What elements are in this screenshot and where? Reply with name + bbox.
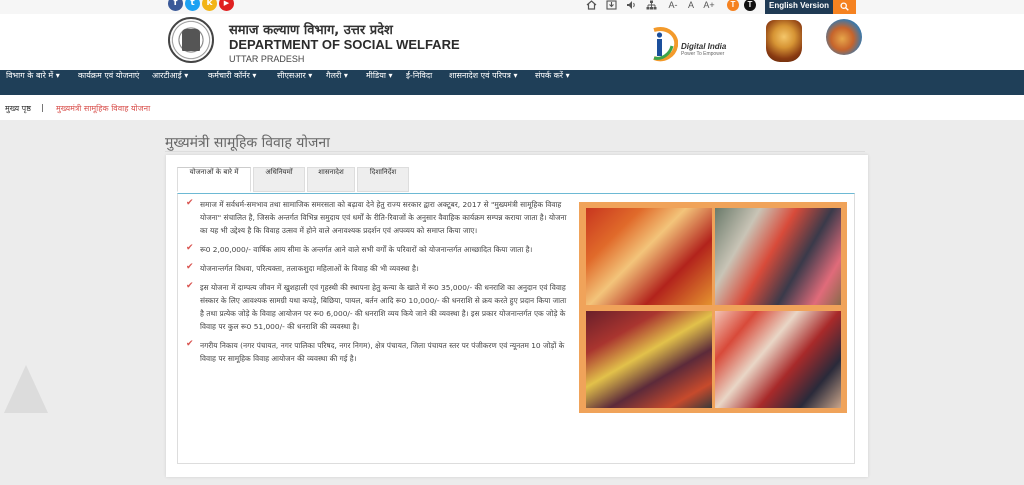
nav-item-programs-schemes[interactable]: कार्यक्रम एवं योजनाएं (78, 70, 139, 95)
list-item: ✔ नगरीय निकाय (नगर पंचायत, नगर पालिका परि… (186, 339, 571, 365)
bullet-text: इस योजना में दाम्पत्य जीवन में खुशहाली ए… (200, 283, 567, 331)
check-icon: ✔ (186, 262, 194, 272)
department-subtitle: UTTAR PRADESH (229, 54, 305, 64)
title-divider (165, 151, 865, 152)
font-normal-button[interactable]: A (686, 0, 696, 13)
nav-item-rti[interactable]: आरटीआई ▾ (152, 70, 188, 95)
nav-item-about-department[interactable]: विभाग के बारे में ▾ (6, 70, 60, 95)
sitemap-icon[interactable] (646, 0, 657, 10)
login-icon[interactable] (606, 0, 617, 10)
up-tourism-logo[interactable] (826, 19, 862, 55)
breadcrumb-current-page: मुख्यमंत्री सामूहिक विवाह योजना (56, 104, 151, 113)
check-icon: ✔ (186, 243, 194, 253)
nav-item-employee-corner[interactable]: कर्मचारी कॉर्नर ▾ (208, 70, 256, 95)
light-theme-button[interactable]: T (727, 0, 739, 11)
breadcrumb: मुख्य पृष्ठ | मुख्यमंत्री सामूहिक विवाह … (0, 95, 1024, 120)
department-title-hindi: समाज कल्याण विभाग, उत्तर प्रदेश (229, 23, 393, 38)
search-icon (840, 2, 849, 11)
nav-item-csr[interactable]: सीएसआर ▾ (277, 70, 312, 95)
search-button[interactable] (833, 0, 856, 14)
bullet-text: नगरीय निकाय (नगर पंचायत, नगर पालिका परिष… (200, 341, 565, 363)
check-icon: ✔ (186, 281, 194, 291)
font-increase-button[interactable]: A+ (702, 0, 716, 13)
breadcrumb-home-link[interactable]: मुख्य पृष्ठ (5, 103, 31, 114)
list-item: ✔ इस योजना में दाम्पत्य जीवन में खुशहाली … (186, 281, 571, 333)
wedding-photo (586, 311, 712, 408)
wedding-photo (715, 208, 841, 305)
page-title: मुख्यमंत्री सामूहिक विवाह योजना (165, 135, 330, 151)
bullet-text: समाज में सर्वधर्म-समभाव तथा सामाजिक समरस… (200, 200, 567, 235)
tab-about-schemes[interactable]: योजनाओं के बारे में (177, 167, 251, 192)
facebook-icon[interactable]: f (168, 0, 183, 11)
list-item: ✔ रू0 2,00,000/- वार्षिक आय सीमा के अन्तर… (186, 243, 571, 256)
dark-theme-button[interactable]: T (744, 0, 756, 11)
wedding-photo (586, 208, 712, 305)
list-item: ✔ योजनान्तर्गत विधवा, परित्यक्ता, तलाकशुद… (186, 262, 571, 275)
nav-item-media[interactable]: मीडिया ▾ (366, 70, 392, 95)
digital-india-text: Digital India (681, 42, 727, 51)
bullet-text: योजनान्तर्गत विधवा, परित्यक्ता, तलाकशुदा… (200, 264, 419, 273)
scheme-details-list: ✔ समाज में सर्वधर्म-समभाव तथा सामाजिक समर… (186, 198, 571, 371)
nav-item-gallery[interactable]: गैलरी ▾ (326, 70, 348, 95)
check-icon: ✔ (186, 198, 194, 208)
home-icon[interactable] (586, 0, 597, 10)
background-decoration (4, 365, 48, 413)
youtube-icon[interactable]: ▶ (219, 0, 234, 11)
breadcrumb-separator: | (41, 103, 44, 112)
nav-item-e-tender[interactable]: ई-निविदा (406, 70, 432, 95)
department-title-english: DEPARTMENT OF SOCIAL WELFARE (229, 37, 460, 52)
digital-india-tagline: Power To Empower (681, 51, 725, 57)
site-header: समाज कल्याण विभाग, उत्तर प्रदेश DEPARTME… (0, 14, 1024, 70)
up-state-emblem-logo[interactable] (168, 17, 214, 63)
photo-collage (579, 202, 847, 413)
english-version-button[interactable]: English Version (765, 0, 833, 14)
wedding-photo (715, 311, 841, 408)
main-navigation: विभाग के बारे में ▾ कार्यक्रम एवं योजनाए… (0, 70, 1024, 95)
tab-guidelines[interactable]: दिशानिर्देश (357, 167, 409, 192)
digital-india-logo[interactable] (648, 26, 678, 62)
nav-item-government-orders[interactable]: शासनादेश एवं परिपत्र ▾ (449, 70, 517, 95)
azadi-amrit-mahotsav-logo[interactable] (766, 20, 802, 62)
bullet-text: रू0 2,00,000/- वार्षिक आय सीमा के अन्तर्… (200, 245, 533, 254)
tab-government-orders[interactable]: शासनादेश (307, 167, 355, 192)
tab-acts[interactable]: अधिनियमों (253, 167, 305, 192)
check-icon: ✔ (186, 339, 194, 349)
font-decrease-button[interactable]: A- (667, 0, 679, 13)
nav-item-contact[interactable]: संपर्क करें ▾ (535, 70, 570, 95)
screen-reader-icon[interactable] (626, 0, 637, 10)
top-utility-bar: f t k ▶ A- A A+ T T English Version (0, 0, 1024, 14)
koo-icon[interactable]: k (202, 0, 217, 11)
twitter-icon[interactable]: t (185, 0, 200, 11)
list-item: ✔ समाज में सर्वधर्म-समभाव तथा सामाजिक समर… (186, 198, 571, 237)
